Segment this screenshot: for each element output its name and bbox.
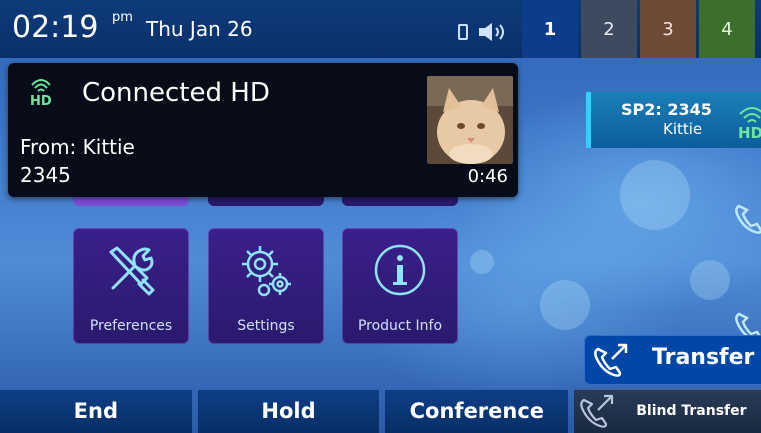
hold-button[interactable]: Hold bbox=[197, 389, 380, 433]
app-tile-product-info[interactable]: Product Info bbox=[342, 228, 458, 344]
svg-text:HD: HD bbox=[738, 124, 761, 142]
blind-transfer-label: Blind Transfer bbox=[636, 403, 747, 419]
softkey-bar: End Hold Conference Blind Transfer bbox=[0, 389, 761, 433]
info-icon bbox=[374, 244, 426, 296]
app-label: Settings bbox=[237, 318, 295, 334]
line-tabs: 1 2 3 4 bbox=[522, 0, 758, 58]
clock-ampm: pm bbox=[112, 10, 133, 25]
speaker-icon bbox=[479, 23, 504, 41]
transfer-button[interactable]: Transfer bbox=[584, 335, 761, 385]
line-tab-4[interactable]: 4 bbox=[699, 0, 755, 58]
app-tile-preferences[interactable]: Preferences bbox=[73, 228, 189, 344]
wrench-screwdriver-icon bbox=[109, 246, 155, 296]
status-bar: 02:19 pm Thu Jan 26 1 2 3 4 bbox=[0, 0, 761, 58]
phone-icon[interactable] bbox=[733, 202, 761, 236]
date-text: Thu Jan 26 bbox=[146, 17, 253, 41]
background-bubble bbox=[470, 250, 494, 274]
call-timer: 0:46 bbox=[467, 166, 508, 187]
line-key-subtitle: Kittie bbox=[663, 120, 703, 138]
app-tile-settings[interactable]: Settings bbox=[208, 228, 324, 344]
end-button[interactable]: End bbox=[0, 389, 192, 433]
phone-screen: 02:19 pm Thu Jan 26 1 2 3 4 Preferences … bbox=[0, 0, 761, 433]
caller-name: From: Kittie bbox=[20, 135, 135, 159]
app-label: Preferences bbox=[89, 318, 173, 334]
transfer-icon bbox=[594, 343, 628, 377]
clock-time: 02:19 bbox=[12, 10, 99, 45]
background-bubble bbox=[620, 160, 690, 230]
line-tab-1[interactable]: 1 bbox=[522, 0, 578, 58]
blind-transfer-button[interactable]: Blind Transfer bbox=[574, 389, 761, 433]
background-bubble bbox=[690, 260, 730, 300]
blind-transfer-icon bbox=[580, 394, 614, 428]
app-label: Product Info bbox=[357, 318, 443, 334]
caller-photo bbox=[427, 76, 513, 164]
caller-number: 2345 bbox=[20, 163, 71, 187]
call-status: Connected HD bbox=[82, 78, 270, 108]
transfer-label: Transfer bbox=[652, 345, 755, 370]
hd-voice-icon: HD bbox=[738, 107, 761, 142]
background-bubble bbox=[540, 280, 590, 330]
line-key-title: SP2: 2345 bbox=[621, 100, 712, 119]
handset-icon bbox=[458, 24, 468, 40]
conference-button[interactable]: Conference bbox=[385, 389, 569, 433]
call-popup[interactable]: HD Connected HD From: Kittie 2345 0:46 bbox=[8, 63, 518, 197]
hd-voice-icon: HD bbox=[30, 79, 52, 107]
gears-icon bbox=[242, 246, 291, 297]
line-tab-3[interactable]: 3 bbox=[640, 0, 696, 58]
svg-text:HD: HD bbox=[30, 94, 52, 107]
line-key-sp2[interactable]: SP2: 2345 Kittie HD bbox=[586, 92, 761, 148]
line-tab-2[interactable]: 2 bbox=[581, 0, 637, 58]
